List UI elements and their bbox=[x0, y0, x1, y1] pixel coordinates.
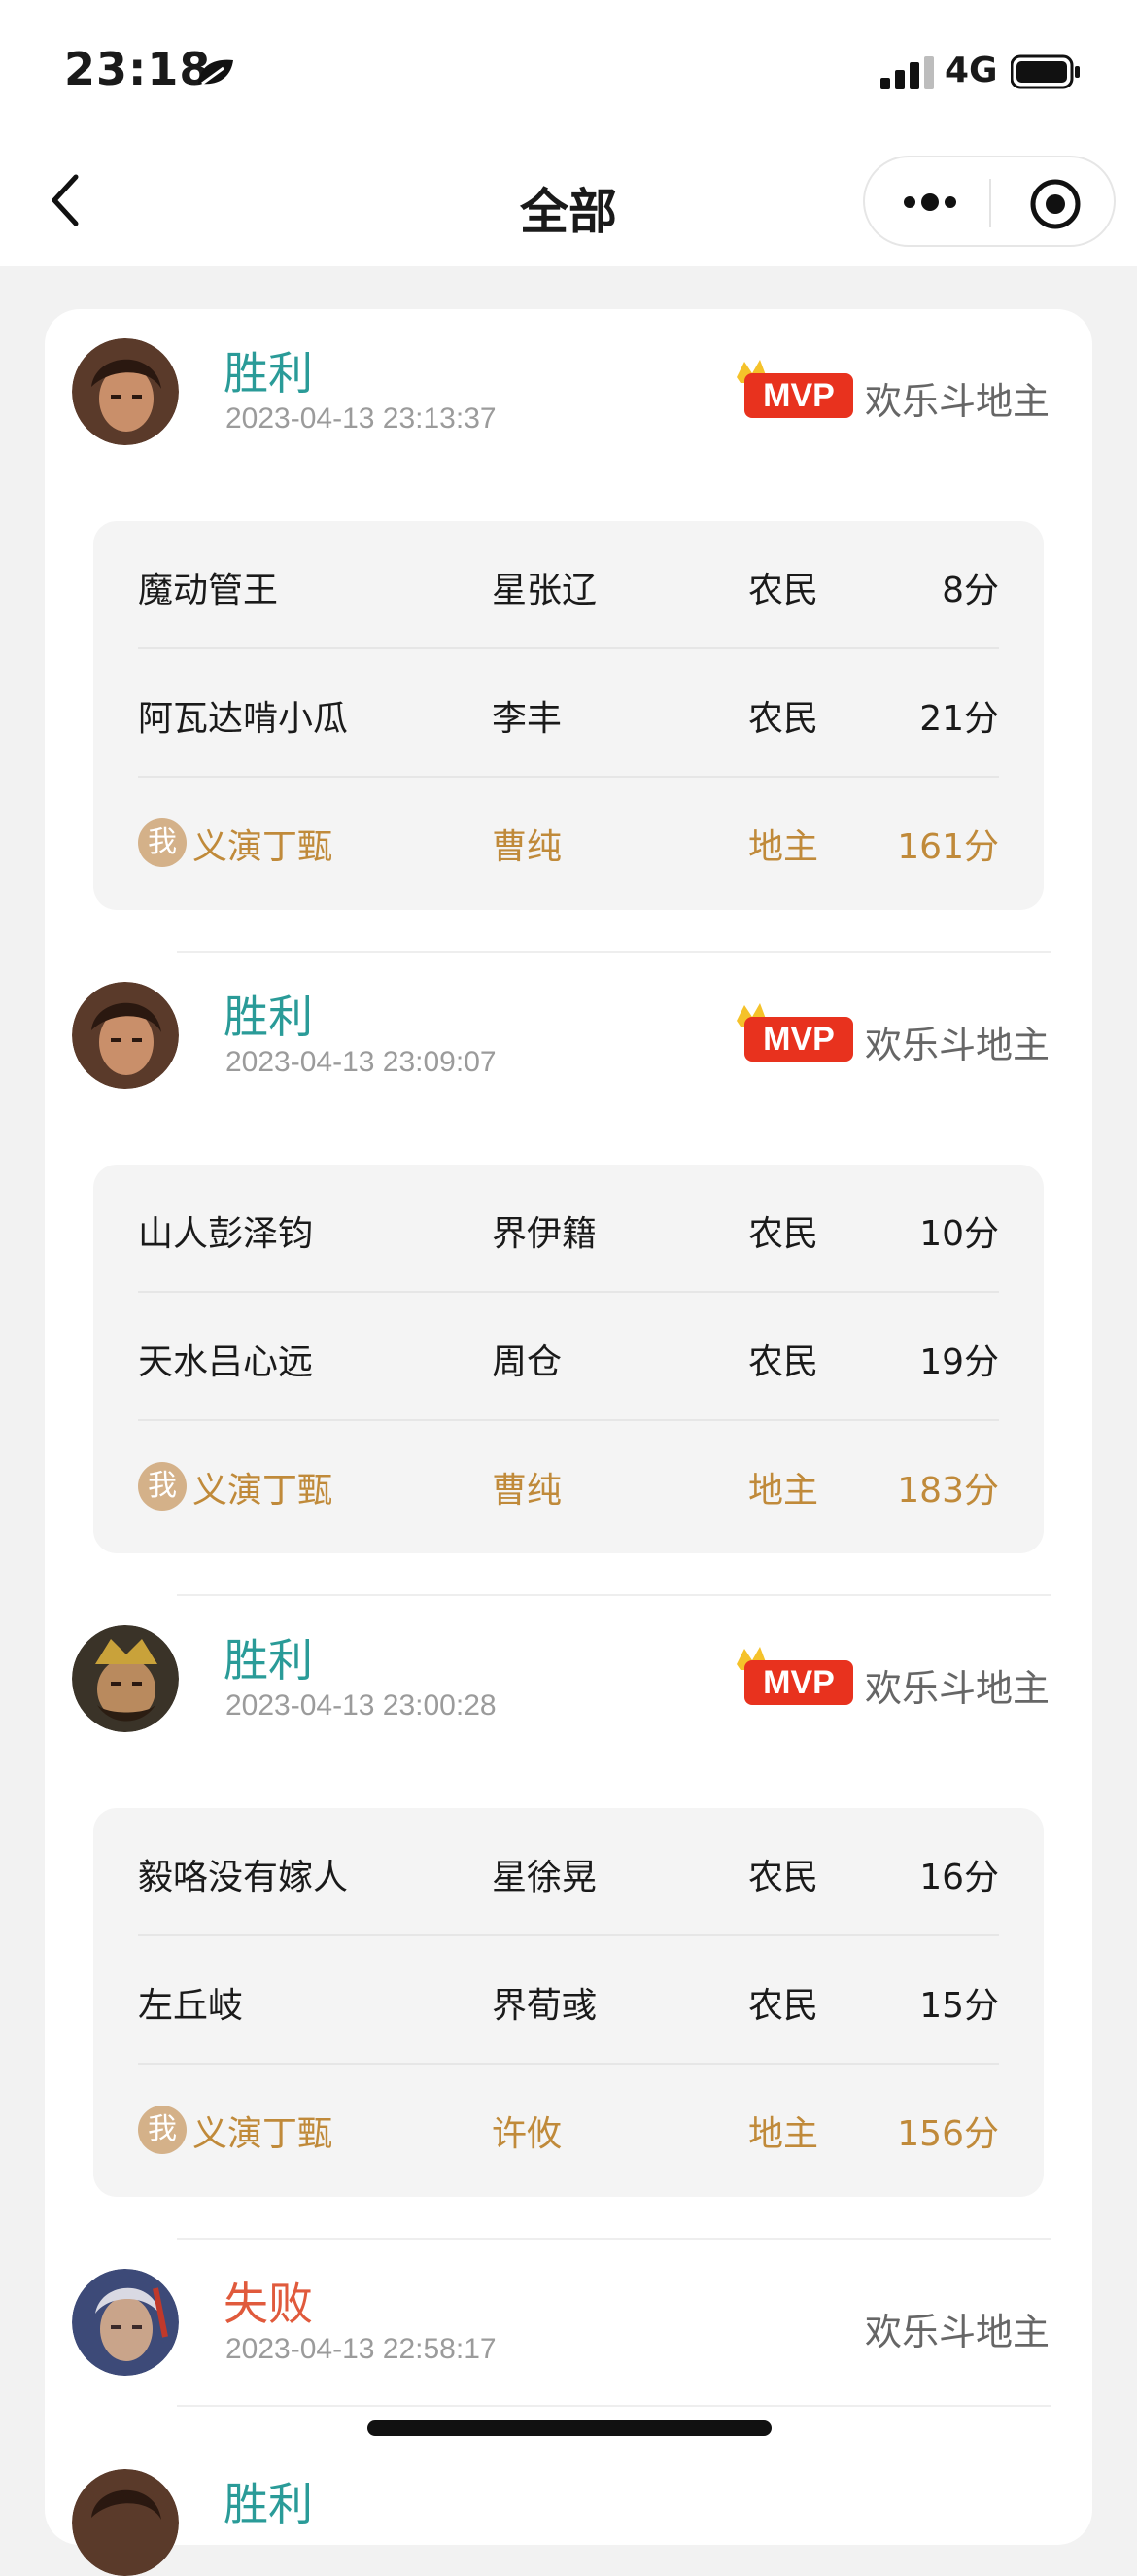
player-role: 地主 bbox=[748, 827, 819, 867]
result-label: 失败 bbox=[224, 2278, 313, 2330]
game-mode: 欢乐斗地主 bbox=[864, 1024, 1050, 1066]
player-score: 161分 bbox=[897, 827, 999, 867]
network-label: 4G bbox=[945, 51, 998, 90]
player-score: 16分 bbox=[919, 1858, 999, 1897]
record-separator bbox=[177, 951, 1051, 953]
player-role: 地主 bbox=[748, 1471, 819, 1511]
records-card: 胜利 2023-04-13 23:13:37 MVP 欢乐斗地主 魔动管王 星张… bbox=[45, 309, 1092, 2576]
player-role: 农民 bbox=[748, 1858, 819, 1897]
table-row: 毅咯没有嫁人 星徐晃 农民 16分 bbox=[93, 1808, 1044, 1936]
player-score: 19分 bbox=[919, 1342, 999, 1382]
nav-bar: 全部 bbox=[0, 136, 1137, 266]
player-name: 毅咯没有嫁人 bbox=[138, 1858, 349, 1897]
record-datetime: 2023-04-13 23:00:28 bbox=[225, 1689, 497, 1722]
result-label: 胜利 bbox=[224, 2478, 313, 2530]
player-name: 义演丁甄 bbox=[192, 1471, 333, 1511]
player-hero: 许攸 bbox=[492, 2114, 563, 2154]
battery-icon bbox=[1011, 54, 1080, 89]
player-role: 地主 bbox=[748, 2114, 819, 2154]
player-name: 天水吕心远 bbox=[138, 1342, 314, 1382]
status-time: 23:18 bbox=[64, 43, 212, 95]
player-name: 山人彭泽钧 bbox=[138, 1214, 314, 1254]
record-datetime: 2023-04-13 23:13:37 bbox=[225, 402, 497, 435]
players-table: 毅咯没有嫁人 星徐晃 农民 16分 左丘岐 界荀彧 农民 15分 我 义演丁甄 … bbox=[93, 1808, 1044, 2197]
player-hero: 星张辽 bbox=[492, 571, 598, 610]
mvp-badge: MVP bbox=[737, 360, 853, 418]
player-score: 10分 bbox=[919, 1214, 999, 1254]
player-hero: 曹纯 bbox=[492, 827, 563, 867]
player-hero: 界荀彧 bbox=[492, 1986, 598, 2026]
home-indicator bbox=[367, 2420, 772, 2436]
record-separator bbox=[177, 2238, 1051, 2240]
record-datetime: 2023-04-13 23:09:07 bbox=[225, 1046, 497, 1078]
game-mode: 欢乐斗地主 bbox=[864, 2311, 1050, 2353]
leaf-icon bbox=[198, 59, 233, 86]
player-score: 15分 bbox=[919, 1986, 999, 2026]
player-hero: 周仓 bbox=[492, 1342, 563, 1382]
player-hero: 李丰 bbox=[492, 699, 563, 739]
table-row: 左丘岐 界荀彧 农民 15分 bbox=[93, 1936, 1044, 2065]
player-score: 21分 bbox=[919, 699, 999, 739]
record-separator bbox=[177, 1594, 1051, 1596]
status-bar: 23:18 4G bbox=[0, 0, 1137, 136]
me-badge: 我 bbox=[138, 2106, 187, 2154]
player-role: 农民 bbox=[748, 1214, 819, 1254]
table-row: 魔动管王 星张辽 农民 8分 bbox=[93, 521, 1044, 649]
svg-text:MVP: MVP bbox=[763, 1664, 835, 1701]
result-label: 胜利 bbox=[224, 1634, 313, 1687]
player-hero: 界伊籍 bbox=[492, 1214, 598, 1254]
table-row: 天水吕心远 周仓 农民 19分 bbox=[93, 1293, 1044, 1421]
close-target-icon[interactable] bbox=[1028, 177, 1083, 231]
more-icon[interactable] bbox=[900, 185, 960, 220]
player-name: 义演丁甄 bbox=[192, 827, 333, 867]
me-badge: 我 bbox=[138, 1462, 187, 1511]
player-hero: 星徐晃 bbox=[492, 1858, 598, 1897]
mvp-badge: MVP bbox=[737, 1003, 853, 1062]
avatar bbox=[72, 338, 179, 445]
record-separator bbox=[177, 2405, 1051, 2407]
table-row: 山人彭泽钧 界伊籍 农民 10分 bbox=[93, 1165, 1044, 1293]
avatar bbox=[72, 2469, 179, 2576]
players-table: 魔动管王 星张辽 农民 8分 阿瓦达啃小瓜 李丰 农民 21分 我 义演丁甄 曹… bbox=[93, 521, 1044, 910]
player-role: 农民 bbox=[748, 571, 819, 610]
svg-text:MVP: MVP bbox=[763, 377, 835, 414]
record-datetime: 2023-04-13 22:58:17 bbox=[225, 2333, 497, 2365]
table-row-me: 我 义演丁甄 曹纯 地主 183分 bbox=[93, 1421, 1044, 1549]
player-role: 农民 bbox=[748, 1342, 819, 1382]
avatar bbox=[72, 982, 179, 1089]
avatar bbox=[72, 2269, 179, 2376]
miniprogram-capsule bbox=[863, 156, 1116, 247]
table-row-me: 我 义演丁甄 许攸 地主 156分 bbox=[93, 2065, 1044, 2193]
player-role: 农民 bbox=[748, 699, 819, 739]
player-name: 义演丁甄 bbox=[192, 2114, 333, 2154]
mvp-badge: MVP bbox=[737, 1647, 853, 1705]
player-score: 156分 bbox=[897, 2114, 999, 2154]
result-label: 胜利 bbox=[224, 991, 313, 1043]
players-table: 山人彭泽钧 界伊籍 农民 10分 天水吕心远 周仓 农民 19分 我 义演丁甄 … bbox=[93, 1165, 1044, 1553]
table-row-me: 我 义演丁甄 曹纯 地主 161分 bbox=[93, 778, 1044, 906]
signal-icon bbox=[880, 56, 934, 89]
svg-text:MVP: MVP bbox=[763, 1021, 835, 1058]
player-hero: 曹纯 bbox=[492, 1471, 563, 1511]
table-row: 阿瓦达啃小瓜 李丰 农民 21分 bbox=[93, 649, 1044, 778]
game-mode: 欢乐斗地主 bbox=[864, 380, 1050, 423]
result-label: 胜利 bbox=[224, 347, 313, 400]
avatar bbox=[72, 1625, 179, 1732]
game-mode: 欢乐斗地主 bbox=[864, 1667, 1050, 1710]
player-score: 8分 bbox=[942, 571, 999, 610]
player-name: 阿瓦达啃小瓜 bbox=[138, 699, 349, 739]
player-role: 农民 bbox=[748, 1986, 819, 2026]
player-name: 魔动管王 bbox=[138, 571, 279, 610]
me-badge: 我 bbox=[138, 818, 187, 867]
player-score: 183分 bbox=[897, 1471, 999, 1511]
player-name: 左丘岐 bbox=[138, 1986, 244, 2026]
capsule-divider bbox=[989, 179, 991, 227]
